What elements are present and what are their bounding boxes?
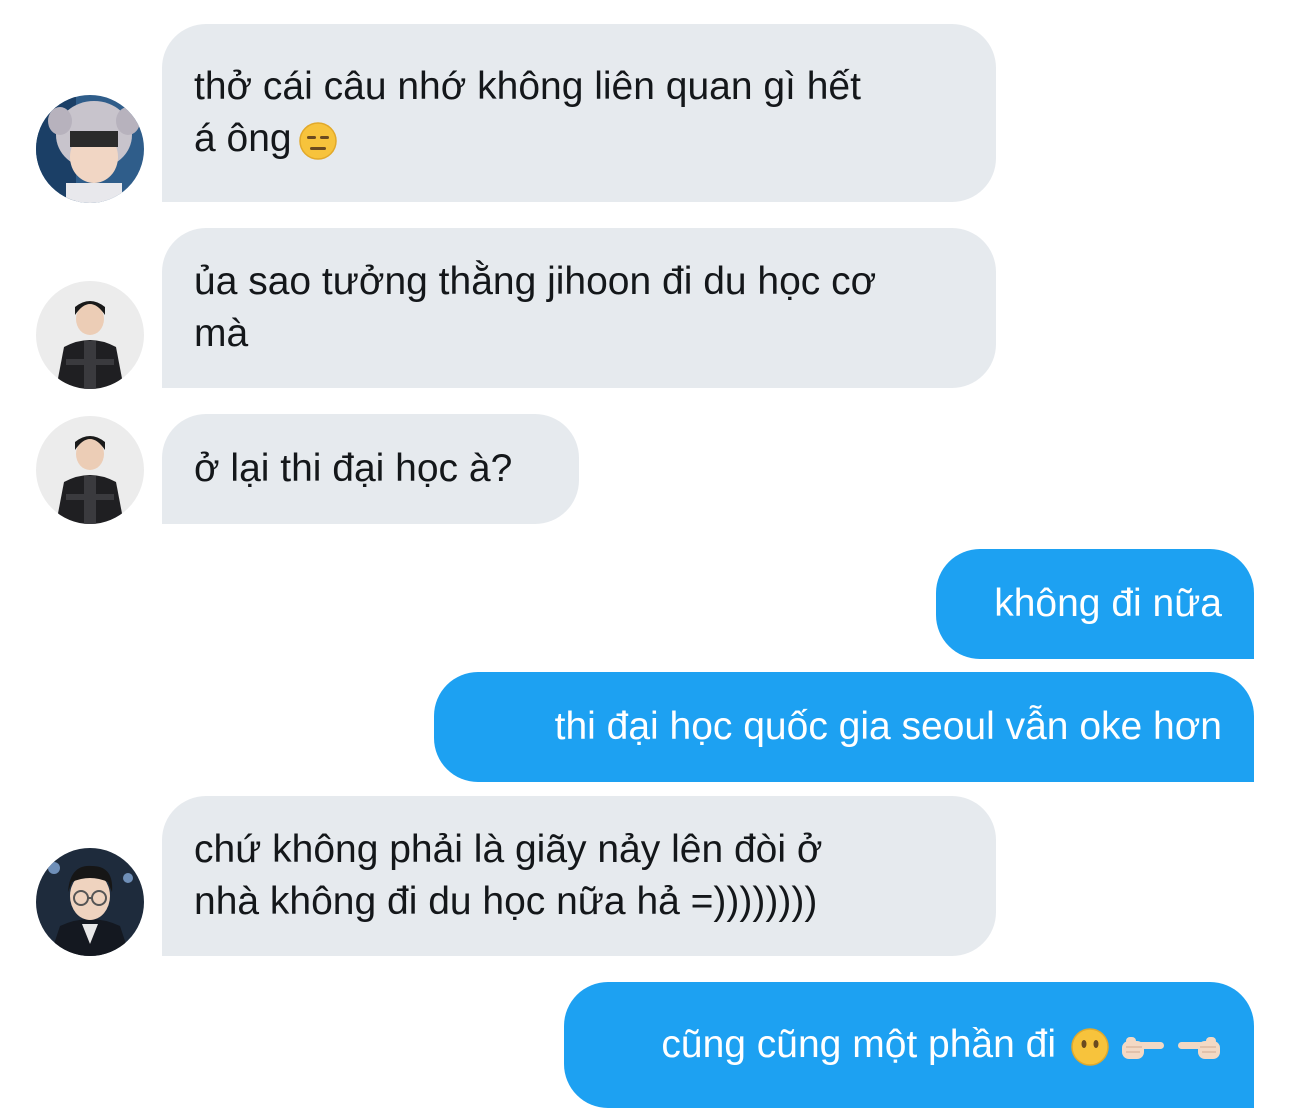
- message-text: không đi nữa: [994, 582, 1222, 625]
- avatar-jacket-image: [36, 416, 144, 524]
- message-text: ủa sao tưởng thằng jihoon đi du học cơ m…: [194, 260, 877, 355]
- avatar-jacket[interactable]: [36, 416, 144, 524]
- message-text: thở cái câu nhớ không liên quan gì hết á…: [194, 65, 861, 161]
- message-bubble-incoming[interactable]: thở cái câu nhớ không liên quan gì hết á…: [162, 24, 996, 202]
- message-text: cũng cũng một phần đi: [661, 1019, 1222, 1071]
- pointing-right-hand-icon: [1120, 1031, 1166, 1063]
- message-bubble-outgoing[interactable]: không đi nữa: [936, 549, 1254, 659]
- avatar-jacket-image: [36, 281, 144, 389]
- avatar-glasses-image: [36, 848, 144, 956]
- avatar-jacket[interactable]: [36, 281, 144, 389]
- avatar-glasses[interactable]: [36, 848, 144, 956]
- message-bubble-incoming[interactable]: ở lại thi đại học à?: [162, 414, 579, 524]
- expressionless-face-icon: [298, 121, 338, 161]
- face-without-mouth-icon: [1070, 1027, 1110, 1067]
- message-bubble-incoming[interactable]: chứ không phải là giãy nảy lên đòi ở nhà…: [162, 796, 996, 956]
- message-text: thi đại học quốc gia seoul vẫn oke hơn: [554, 705, 1222, 748]
- message-bubble-outgoing[interactable]: thi đại học quốc gia seoul vẫn oke hơn: [434, 672, 1254, 782]
- avatar-beanie[interactable]: [36, 95, 144, 203]
- message-text: chứ không phải là giãy nảy lên đòi ở nhà…: [194, 828, 823, 923]
- message-bubble-outgoing[interactable]: cũng cũng một phần đi: [564, 982, 1254, 1108]
- pointing-left-hand-icon: [1176, 1031, 1222, 1063]
- message-text: ở lại thi đại học à?: [194, 447, 513, 490]
- chat-thread: thở cái câu nhớ không liên quan gì hết á…: [0, 0, 1290, 1115]
- avatar-beanie-image: [36, 95, 144, 203]
- message-bubble-incoming[interactable]: ủa sao tưởng thằng jihoon đi du học cơ m…: [162, 228, 996, 388]
